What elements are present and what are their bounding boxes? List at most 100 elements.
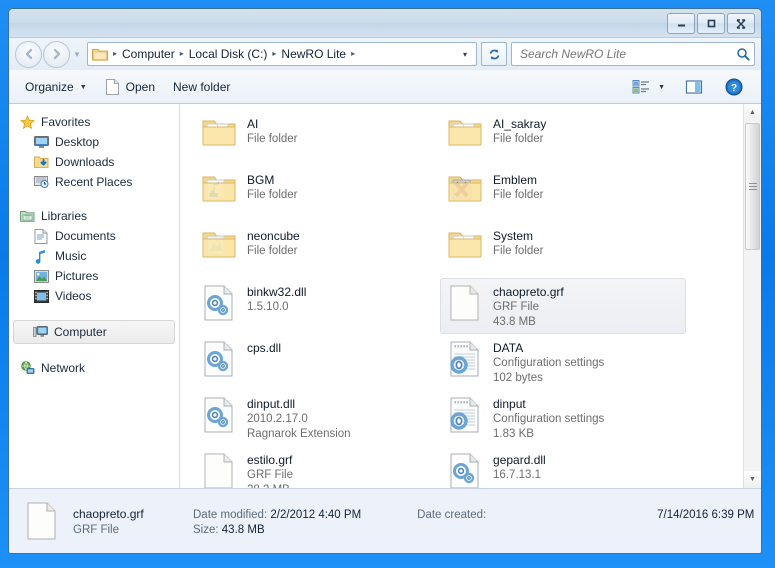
window-controls: [667, 13, 755, 34]
sidebar-label: Favorites: [41, 115, 91, 129]
list-item[interactable]: System File folder: [440, 222, 686, 278]
sidebar-item-music[interactable]: Music: [9, 246, 179, 266]
open-button[interactable]: Open: [97, 75, 163, 99]
file-type: File folder: [247, 189, 298, 201]
file-name: DATA: [493, 341, 524, 355]
music-icon: [33, 248, 49, 264]
folder-image-icon: [201, 227, 237, 269]
breadcrumb-bar[interactable]: ▸ Computer ▸ Local Disk (C:) ▸ NewRO Lit…: [87, 42, 477, 66]
sidebar-item-libraries[interactable]: Libraries: [9, 206, 179, 226]
file-list-pane[interactable]: AI File folder AI_sakray File folder BGM…: [180, 104, 761, 488]
list-item[interactable]: DATA Configuration settings 102 bytes: [440, 334, 686, 390]
preview-pane-icon: [683, 76, 705, 98]
desktop-icon: [33, 134, 49, 150]
file-version: 16.7.13.1: [493, 469, 541, 481]
preview-pane-button[interactable]: [675, 75, 713, 99]
sidebar-item-downloads[interactable]: Downloads: [9, 152, 179, 172]
file-size: 43.8 MB: [493, 316, 536, 328]
chevron-down-icon[interactable]: ▾: [456, 44, 474, 64]
list-item-meta: neoncube File folder: [247, 227, 300, 259]
help-button[interactable]: ?: [715, 75, 753, 99]
list-item[interactable]: AI File folder: [194, 110, 440, 166]
refresh-button[interactable]: [481, 42, 507, 66]
title-bar: [9, 9, 761, 38]
file-version: 1.5.10.0: [247, 301, 289, 313]
blank-file-icon: [447, 283, 483, 325]
scrollbar-thumb[interactable]: [745, 123, 760, 250]
breadcrumb-item-computer[interactable]: Computer: [118, 45, 179, 63]
file-type: File folder: [247, 245, 298, 257]
sidebar-item-videos[interactable]: Videos: [9, 286, 179, 306]
sidebar-item-computer[interactable]: Computer: [13, 320, 175, 344]
list-item[interactable]: estilo.grf GRF File 28.2 MB: [194, 446, 440, 488]
new-folder-button[interactable]: New folder: [165, 75, 238, 99]
forward-button[interactable]: [43, 40, 70, 68]
downloads-icon: [33, 154, 49, 170]
close-button[interactable]: [727, 13, 755, 34]
file-description: Ragnarok Extension: [247, 428, 351, 440]
navigation-pane[interactable]: Favorites Desktop Downloads Recent Place…: [9, 104, 180, 488]
folder-icon: [447, 115, 483, 157]
details-row-primary: chaopreto.grf Date modified: 2/2/2012 4:…: [73, 507, 754, 521]
back-button[interactable]: [15, 40, 42, 68]
search-box[interactable]: [511, 42, 755, 66]
list-item-meta: chaopreto.grf GRF File 43.8 MB: [493, 283, 564, 330]
search-input[interactable]: [518, 46, 736, 62]
sidebar-item-network[interactable]: Network: [9, 358, 179, 378]
minimize-button[interactable]: [667, 13, 695, 34]
list-item[interactable]: Emblem File folder: [440, 166, 686, 222]
list-item[interactable]: dinput Configuration settings 1.83 KB: [440, 390, 686, 446]
breadcrumb-item-local-disk[interactable]: Local Disk (C:): [185, 45, 272, 63]
list-item-meta: Emblem File folder: [493, 171, 544, 203]
list-item[interactable]: binkw32.dll 1.5.10.0: [194, 278, 440, 334]
sidebar-item-desktop[interactable]: Desktop: [9, 132, 179, 152]
sidebar-item-favorites[interactable]: Favorites: [9, 112, 179, 132]
sidebar-item-documents[interactable]: Documents: [9, 226, 179, 246]
dll-icon: [447, 451, 483, 488]
file-name: gepard.dll: [493, 453, 546, 467]
details-date-modified-value: 2/2/2012 4:40 PM: [270, 508, 362, 521]
file-name: Emblem: [493, 173, 538, 187]
list-item-meta: AI_sakray File folder: [493, 115, 546, 147]
folder-icon: [447, 227, 483, 269]
scroll-down-button[interactable]: ▼: [744, 471, 761, 488]
list-item[interactable]: BGM File folder: [194, 166, 440, 222]
sidebar-label: Computer: [54, 325, 107, 339]
maximize-button[interactable]: [697, 13, 725, 34]
list-item[interactable]: gepard.dll 16.7.13.1: [440, 446, 686, 488]
details-size-value: 43.8 MB: [221, 523, 265, 536]
breadcrumb-item-newro-lite[interactable]: NewRO Lite: [277, 45, 350, 63]
file-name: System: [493, 229, 534, 243]
videos-icon: [33, 288, 49, 304]
config-icon: [447, 395, 483, 437]
vertical-scrollbar[interactable]: ▲ ▼: [743, 104, 761, 488]
list-item-selected[interactable]: chaopreto.grf GRF File 43.8 MB: [440, 278, 686, 334]
sidebar-label: Network: [41, 361, 86, 375]
list-item-meta: binkw32.dll 1.5.10.0: [247, 283, 306, 315]
sidebar-label: Pictures: [55, 269, 99, 283]
list-item[interactable]: neoncube File folder: [194, 222, 440, 278]
list-item-meta: estilo.grf GRF File 28.2 MB: [247, 451, 293, 488]
address-bar: ▾ ▸ Computer ▸ Local Disk (C:) ▸ NewRO L…: [9, 38, 761, 70]
scrollbar-track[interactable]: [744, 121, 761, 471]
scroll-up-button[interactable]: ▲: [744, 104, 761, 121]
breadcrumb-separator[interactable]: ▸: [350, 50, 356, 58]
sidebar-item-recent-places[interactable]: Recent Places: [9, 172, 179, 192]
breadcrumb-separator[interactable]: ▸: [179, 50, 185, 58]
list-item[interactable]: dinput.dll 2010.2.17.0 Ragnarok Extensio…: [194, 390, 440, 446]
network-icon: [19, 360, 35, 376]
list-item[interactable]: AI_sakray File folder: [440, 110, 686, 166]
recent-pages-button[interactable]: ▾: [71, 49, 83, 59]
folder-music-icon: [201, 171, 237, 213]
file-type: GRF File: [247, 469, 293, 481]
explorer-body: Favorites Desktop Downloads Recent Place…: [9, 104, 761, 488]
sidebar-label: Recent Places: [55, 175, 133, 189]
breadcrumb: ▸ Computer ▸ Local Disk (C:) ▸ NewRO Lit…: [112, 45, 456, 63]
svg-text:?: ?: [731, 83, 737, 94]
change-view-button[interactable]: ▼: [622, 75, 673, 99]
list-item[interactable]: cps.dll: [194, 334, 440, 390]
organize-button[interactable]: Organize ▼: [17, 75, 95, 99]
sidebar-item-pictures[interactable]: Pictures: [9, 266, 179, 286]
folder-image-icon: [447, 171, 483, 213]
